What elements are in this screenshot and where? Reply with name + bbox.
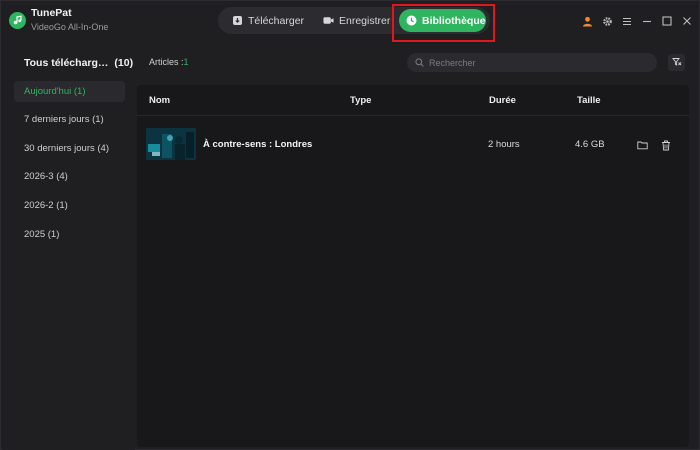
account-icon[interactable] <box>579 13 595 29</box>
column-header-size[interactable]: Taille <box>577 95 601 106</box>
clock-icon <box>406 15 417 26</box>
download-icon <box>232 15 243 26</box>
sidebar-item-30-days[interactable]: 30 derniers jours (4) <box>14 138 125 159</box>
filter-icon <box>671 54 682 72</box>
video-thumbnail <box>146 128 196 160</box>
video-title: À contre-sens : Londres <box>203 139 313 150</box>
table-row[interactable]: À contre-sens : Londres 2 hours 4.6 GB <box>137 125 689 163</box>
search-box[interactable] <box>407 53 657 72</box>
main-nav: Télécharger Enregistrer Bibliothèque <box>218 7 490 34</box>
app-logo-icon <box>9 12 26 29</box>
sidebar-item-2026-2[interactable]: 2026-2 (1) <box>14 195 125 216</box>
delete-icon[interactable] <box>660 139 672 151</box>
tab-enregistrer[interactable]: Enregistrer <box>315 9 398 32</box>
sidebar-item-today[interactable]: Aujourd'hui (1) <box>14 81 125 102</box>
minimize-icon[interactable] <box>639 13 655 29</box>
record-icon <box>323 15 334 26</box>
menu-icon[interactable] <box>619 13 635 29</box>
tab-telecharger-label: Télécharger <box>248 14 305 27</box>
articles-count: Articles :1 <box>149 57 189 67</box>
sidebar-item-2025[interactable]: 2025 (1) <box>14 224 125 245</box>
library-table: Nom Type Durée Taille À contre-sens : Lo… <box>137 85 689 447</box>
tab-bibliotheque[interactable]: Bibliothèque <box>399 9 486 32</box>
articles-number: 1 <box>183 57 189 67</box>
column-header-name[interactable]: Nom <box>149 95 170 106</box>
sidebar-item-7-days[interactable]: 7 derniers jours (1) <box>14 109 125 130</box>
title-bar: TunePat VideoGo All-In-One Télécharger E… <box>1 1 700 42</box>
tab-enregistrer-label: Enregistrer <box>339 14 391 27</box>
search-icon <box>415 54 424 72</box>
articles-label: Articles : <box>149 57 184 67</box>
app-subtitle: VideoGo All-In-One <box>31 22 109 32</box>
video-size: 4.6 GB <box>575 139 605 150</box>
sidebar-header[interactable]: Tous télécharg… (10) <box>24 57 133 69</box>
app-window: TunePat VideoGo All-In-One Télécharger E… <box>0 0 700 450</box>
column-header-type[interactable]: Type <box>350 95 371 106</box>
tab-telecharger[interactable]: Télécharger <box>224 9 312 32</box>
tab-bibliotheque-label: Bibliothèque <box>422 14 486 27</box>
header-divider <box>137 115 689 116</box>
sidebar-header-count: (10) <box>114 57 134 69</box>
search-input[interactable] <box>429 57 639 68</box>
close-icon[interactable] <box>679 13 695 29</box>
sidebar: Tous télécharg… (10) Aujourd'hui (1) 7 d… <box>2 41 135 450</box>
folder-icon[interactable] <box>636 139 648 151</box>
video-duration: 2 hours <box>488 139 520 150</box>
filter-button[interactable] <box>668 54 685 71</box>
maximize-icon[interactable] <box>659 13 675 29</box>
settings-icon[interactable] <box>599 13 615 29</box>
column-header-duration[interactable]: Durée <box>489 95 516 106</box>
app-name: TunePat <box>31 7 72 19</box>
sidebar-header-label: Tous télécharg… <box>24 57 109 69</box>
sidebar-item-2026-3[interactable]: 2026-3 (4) <box>14 166 125 187</box>
